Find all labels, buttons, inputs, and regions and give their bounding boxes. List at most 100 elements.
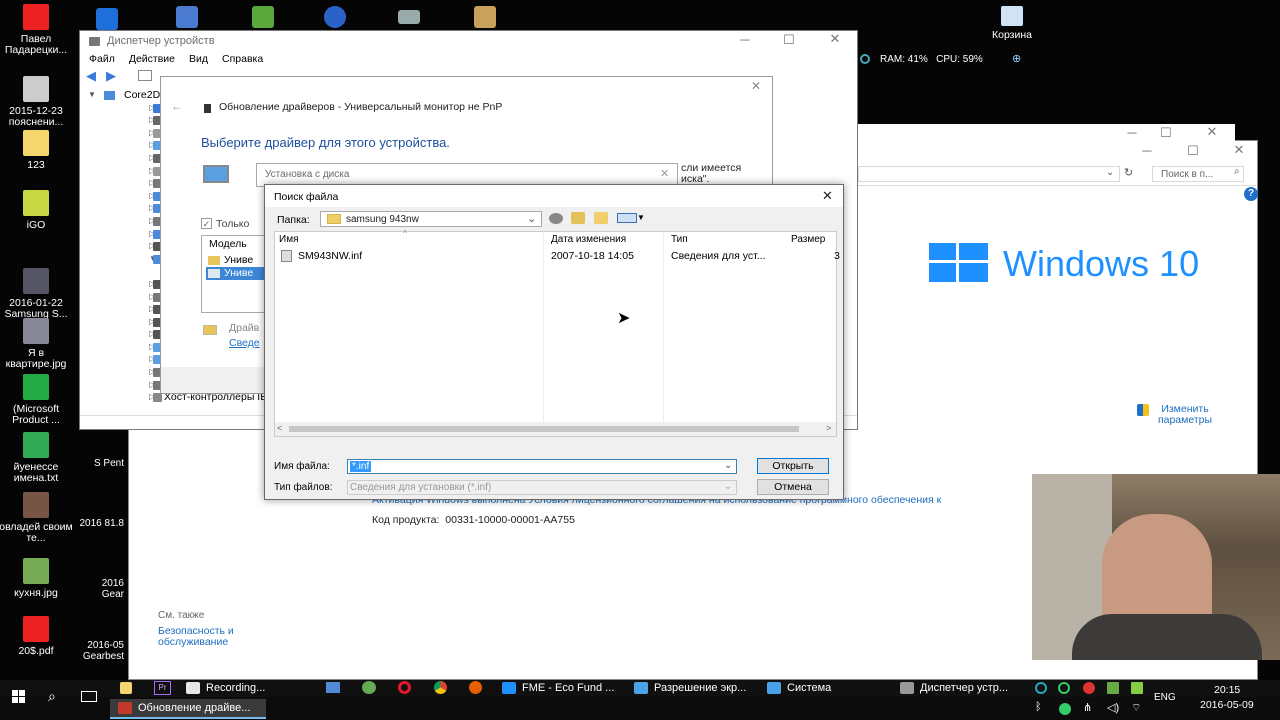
opera-icon[interactable] <box>398 681 411 694</box>
col-size[interactable]: Размер <box>791 234 825 245</box>
taskbar-app-icon[interactable] <box>120 682 132 694</box>
change-settings-link[interactable]: Изменить параметры <box>1150 404 1220 426</box>
toolbar-icon[interactable] <box>138 70 152 81</box>
top-app-icon-5[interactable] <box>398 10 420 24</box>
desktop-icon[interactable]: Я в квартире.jpg <box>0 318 74 370</box>
col-date[interactable]: Дата изменения <box>551 234 626 245</box>
filetype-select[interactable]: Сведения для установки (*.inf) ⌄ <box>347 480 737 495</box>
start-icon[interactable] <box>12 690 25 703</box>
horizontal-scrollbar[interactable]: < > <box>275 422 836 436</box>
close-icon[interactable]: ✕ <box>660 167 669 180</box>
task-view-icon[interactable] <box>81 691 97 702</box>
taskbar-item-system[interactable]: Система <box>767 672 831 704</box>
chevron-down-icon[interactable]: ⌄ <box>724 460 732 471</box>
menu-item[interactable]: Действие <box>129 53 175 65</box>
tray-icon[interactable] <box>1131 682 1143 694</box>
desktop-icon[interactable]: 123 <box>0 130 74 171</box>
only-compatible-checkbox[interactable]: ✓ <box>201 218 212 229</box>
model-list[interactable]: Модель Униве Униве <box>201 235 265 313</box>
tray-icon[interactable] <box>1059 703 1071 715</box>
minimize-icon[interactable]: ─ <box>730 32 760 47</box>
premiere-icon[interactable]: Pr <box>154 681 171 695</box>
desktop-icon[interactable]: 20$.pdf <box>0 616 74 657</box>
cancel-button[interactable]: Отмена <box>757 479 829 495</box>
language-indicator[interactable]: ENG <box>1154 692 1176 703</box>
wifi-icon[interactable]: ⌔ <box>1131 701 1141 715</box>
scroll-thumb[interactable] <box>289 426 799 432</box>
desktop-icon-label[interactable]: 2016 81.8 <box>78 518 125 529</box>
filename-input[interactable]: *.inf ⌄ <box>347 459 737 474</box>
security-link[interactable]: Безопасность и обслуживание <box>158 626 258 648</box>
desktop-icon-label[interactable]: S Pent <box>78 458 124 469</box>
back-arrow-icon[interactable]: ◀ <box>86 68 96 84</box>
tray-icon[interactable] <box>1083 682 1095 694</box>
menu-item[interactable]: Справка <box>222 53 263 65</box>
forward-arrow-icon[interactable]: ▶ <box>106 68 116 84</box>
close-icon[interactable]: ✕ <box>1197 124 1227 140</box>
taskbar-app-icon[interactable] <box>326 682 340 693</box>
top-app-icon-1[interactable] <box>96 8 118 30</box>
col-type[interactable]: Тип <box>671 234 688 245</box>
chrome-icon[interactable] <box>434 681 447 694</box>
scroll-left-icon[interactable]: < <box>277 423 282 433</box>
minimize-icon[interactable]: ─ <box>1117 125 1147 140</box>
driver-info-link[interactable]: Сведе <box>229 337 260 349</box>
clock-time[interactable]: 20:15 <box>1214 684 1240 696</box>
view-menu-icon[interactable] <box>617 213 637 223</box>
desktop-icon[interactable]: 2016-01-22 Samsung S... <box>0 268 74 320</box>
desktop-icon[interactable]: йуенессе имена.txt <box>0 432 74 484</box>
desktop-icon[interactable]: кухня.jpg <box>0 558 74 599</box>
back-arrow-icon[interactable]: ← <box>171 99 183 113</box>
maximize-icon[interactable]: ☐ <box>774 32 804 48</box>
recycle-bin-icon[interactable]: Корзина <box>974 6 1050 41</box>
volume-icon[interactable]: ◁) <box>1107 701 1119 714</box>
model-item-2[interactable]: Униве <box>224 267 253 279</box>
taskbar-app-icon[interactable] <box>362 681 376 694</box>
menu-item[interactable]: Файл <box>89 53 115 65</box>
new-folder-icon[interactable] <box>594 212 608 224</box>
maximize-icon[interactable]: ☐ <box>1178 143 1208 159</box>
refresh-icon[interactable]: ↻ <box>1124 166 1133 179</box>
menu-item[interactable]: Вид <box>189 53 208 65</box>
close-icon[interactable]: ✕ <box>820 31 850 47</box>
desktop-icon[interactable]: овладей своим те... <box>0 492 74 544</box>
desktop-icon-label[interactable]: 2016-05 Gearbest <box>78 640 124 662</box>
taskbar-item-fme[interactable]: FME - Eco Fund ... <box>502 672 614 704</box>
chevron-down-icon[interactable]: ▼ <box>637 213 645 222</box>
tray-icon[interactable] <box>1058 682 1070 694</box>
folder-select[interactable]: samsung 943nw ⌄ <box>320 211 542 227</box>
taskbar-item-devmgr[interactable]: Диспетчер устр... <box>900 672 1008 704</box>
tray-icon[interactable] <box>1107 682 1119 694</box>
scroll-right-icon[interactable]: > <box>826 423 831 433</box>
search-input[interactable]: Поиск в п... <box>1152 166 1244 182</box>
desktop-icon[interactable]: 2015-12-23 пояснени... <box>0 76 74 128</box>
close-icon[interactable]: ✕ <box>1224 142 1254 158</box>
desktop-icon[interactable]: iGO <box>0 190 74 231</box>
help-icon[interactable]: ? <box>1244 187 1258 201</box>
desktop-icon-label[interactable]: 2016 Gear <box>78 578 124 600</box>
maximize-icon[interactable]: ☐ <box>1151 125 1181 141</box>
file-row[interactable]: SM943NW.inf 2007-10-18 14:05 Сведения дл… <box>275 248 840 264</box>
taskbar-item-update-driver[interactable]: Обновление драйве... <box>110 699 266 719</box>
network-icon[interactable]: ⋔ <box>1083 701 1092 714</box>
bluetooth-icon[interactable]: ᛒ <box>1035 701 1042 713</box>
open-button[interactable]: Открыть <box>757 458 829 474</box>
col-name[interactable]: Имя <box>279 234 298 245</box>
address-field[interactable] <box>858 166 1120 182</box>
top-app-icon-6[interactable] <box>474 6 496 28</box>
close-icon[interactable]: ✕ <box>822 188 833 204</box>
firefox-icon[interactable] <box>469 681 482 694</box>
chevron-down-icon[interactable]: ⌄ <box>1106 167 1114 178</box>
back-icon[interactable] <box>549 213 563 224</box>
desktop-icon[interactable]: (Microsoft Product ... <box>0 374 74 426</box>
search-icon[interactable]: ⌕ <box>48 688 56 705</box>
top-app-icon-2[interactable] <box>176 6 198 28</box>
desktop-icon[interactable]: Павел Падарецки... <box>0 4 74 56</box>
add-icon[interactable]: ⊕ <box>1012 52 1021 65</box>
model-item-1[interactable]: Униве <box>224 254 253 266</box>
minimize-icon[interactable]: ─ <box>1132 143 1162 158</box>
taskbar-item-resolution[interactable]: Разрешение экр... <box>634 672 746 704</box>
top-app-icon-4[interactable] <box>324 6 346 28</box>
clock-date[interactable]: 2016-05-09 <box>1200 699 1254 711</box>
tray-icon[interactable] <box>1035 682 1047 694</box>
